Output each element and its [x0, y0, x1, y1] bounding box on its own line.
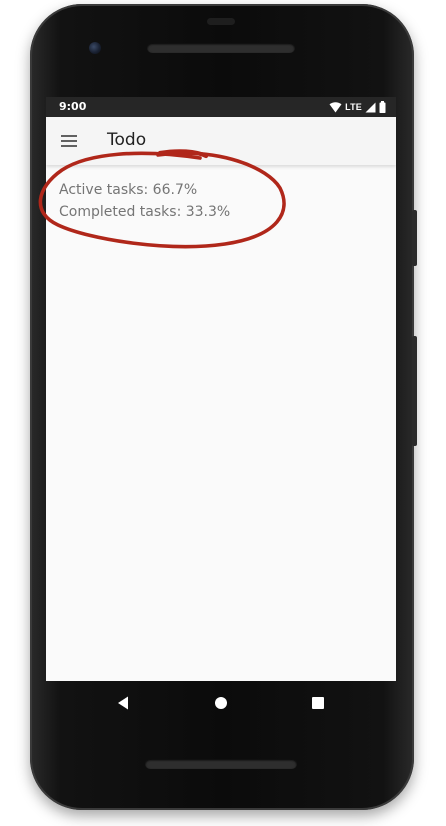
recents-icon[interactable]	[308, 693, 328, 713]
bottom-speaker	[145, 759, 297, 769]
wifi-icon	[329, 101, 342, 112]
top-speaker-slot	[207, 18, 235, 25]
app-bar: Todo	[46, 117, 396, 165]
completed-tasks-stat: Completed tasks: 33.3%	[59, 204, 231, 220]
phone-screen: 9:00 LTE Todo Active tasks: 66.7% Comple…	[46, 97, 396, 681]
status-time: 9:00	[59, 100, 87, 113]
front-camera-icon	[89, 42, 101, 54]
page-title: Todo	[107, 130, 147, 150]
volume-button	[412, 336, 417, 446]
screenshot-stage: 9:00 LTE Todo Active tasks: 66.7% Comple…	[0, 0, 446, 826]
back-icon[interactable]	[114, 693, 134, 713]
network-type-label: LTE	[345, 102, 362, 112]
navigation-bar	[46, 681, 396, 725]
power-button	[412, 210, 417, 266]
home-icon[interactable]	[211, 693, 231, 713]
earpiece-speaker	[147, 43, 295, 53]
battery-icon	[379, 101, 386, 113]
hamburger-menu-icon[interactable]	[58, 129, 82, 153]
active-tasks-stat: Active tasks: 66.7%	[59, 182, 198, 198]
signal-icon	[365, 102, 376, 112]
status-bar: 9:00 LTE	[46, 97, 396, 117]
status-icons: LTE	[329, 100, 386, 114]
